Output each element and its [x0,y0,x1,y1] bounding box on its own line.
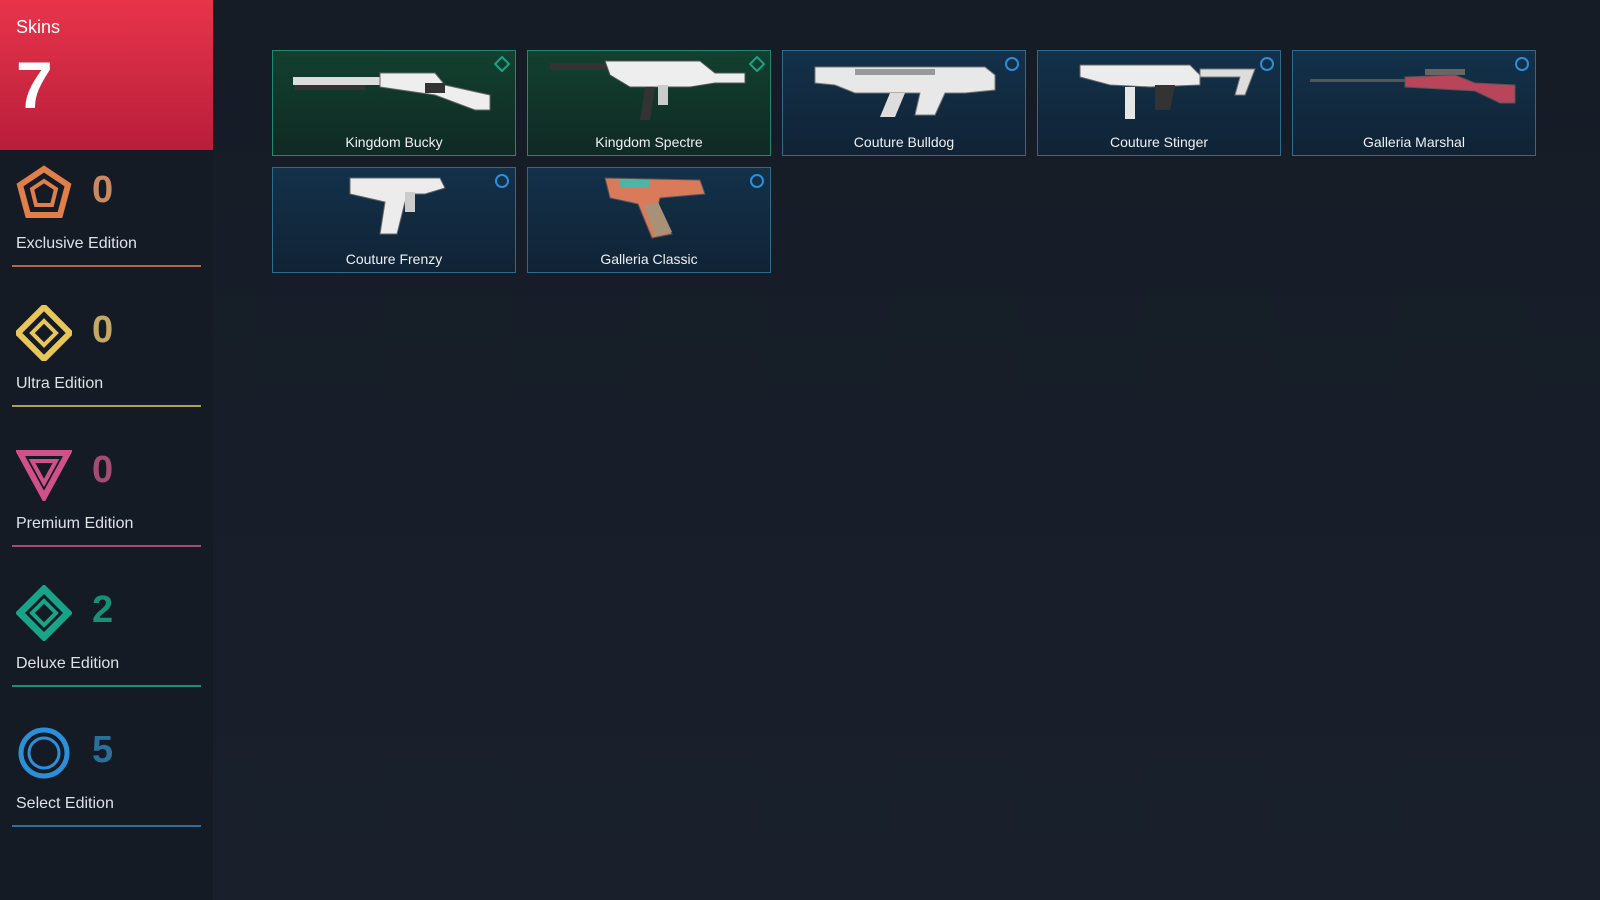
tier-premium[interactable]: 0 Premium Edition [12,445,201,547]
tier-label: Select Edition [16,795,114,812]
skins-total-panel: Skins 7 [0,0,213,150]
skin-name: Couture Frenzy [345,251,443,267]
select-circle-icon [18,727,70,779]
tier-count: 0 [92,169,114,211]
skin-card[interactable]: Kingdom Spectre [527,50,771,156]
premium-triangle-icon [16,450,72,501]
skins-total-label: Skins [16,17,61,37]
rifle-icon [814,66,996,117]
skin-card[interactable]: Couture Bulldog [782,50,1026,156]
pistol-icon [349,177,446,235]
tier-label: Ultra Edition [16,375,104,392]
tier-count: 0 [92,449,114,491]
skin-card[interactable]: Couture Frenzy [272,167,516,273]
skin-name: Galleria Marshal [1363,134,1465,150]
shotgun-icon [293,72,491,111]
skin-card[interactable]: Couture Stinger [1037,50,1281,156]
tier-exclusive[interactable]: 0 Exclusive Edition [12,165,201,267]
tier-select[interactable]: 5 Select Edition [12,725,201,827]
select-badge-icon [495,174,509,188]
deluxe-diamond-icon [16,585,72,641]
deluxe-badge-icon [494,56,510,72]
skin-name: Kingdom Spectre [595,134,703,150]
skin-name: Couture Bulldog [853,134,955,150]
sniper-icon [1310,69,1516,104]
tier-count: 5 [92,729,114,771]
tier-label: Premium Edition [16,515,134,532]
tier-ultra[interactable]: 0 Ultra Edition [12,305,201,407]
smg-icon [1079,64,1256,119]
skin-card[interactable]: Galleria Classic [527,167,771,273]
ultra-diamond-icon [16,305,72,361]
select-badge-icon [1005,57,1019,71]
exclusive-pentagon-icon [16,165,72,218]
select-badge-icon [1515,57,1529,71]
tier-sidebar: Skins 7 0 Exclusive Edition 0 Ultra Edit… [0,0,213,900]
deluxe-badge-icon [749,56,765,72]
skin-name: Kingdom Bucky [345,134,443,150]
skins-total-count: 7 [16,48,53,122]
tier-label: Exclusive Edition [16,235,137,252]
tier-count: 0 [92,309,114,351]
tier-count: 2 [92,589,114,631]
skin-name: Couture Stinger [1109,134,1209,150]
select-badge-icon [1260,57,1274,71]
smg-icon [550,60,746,120]
pistol-icon [604,177,706,239]
tier-deluxe[interactable]: 2 Deluxe Edition [12,585,201,687]
skin-card[interactable]: Galleria Marshal [1292,50,1536,156]
skin-card[interactable]: Kingdom Bucky [272,50,516,156]
select-badge-icon [750,174,764,188]
skin-name: Galleria Classic [600,251,698,267]
tier-label: Deluxe Edition [16,655,120,672]
